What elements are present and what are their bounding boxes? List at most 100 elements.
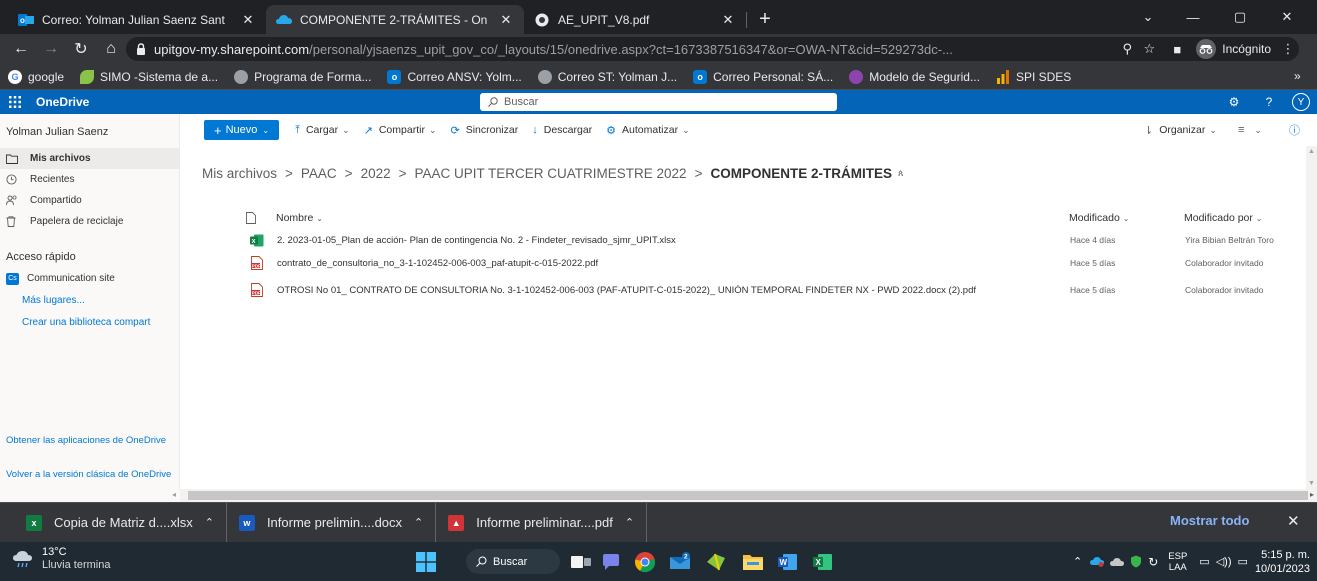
avatar[interactable]: Y bbox=[1289, 90, 1313, 114]
bookmark-spi-sdes[interactable]: SPI SDES bbox=[996, 69, 1071, 84]
tab-outlook-mail[interactable]: o Correo: Yolman Julian Saenz Sant ✕ bbox=[8, 5, 266, 34]
get-apps-link[interactable]: Obtener las aplicaciones de OneDrive bbox=[6, 435, 176, 446]
tray-app-icon[interactable] bbox=[1090, 556, 1105, 568]
back-button[interactable]: ← bbox=[6, 35, 36, 63]
chevron-up-icon[interactable]: ⌃ bbox=[1073, 555, 1082, 568]
new-tab-button[interactable]: + bbox=[751, 5, 779, 33]
bookmark-star-icon[interactable]: ☆ bbox=[1138, 38, 1160, 60]
reload-button[interactable]: ↻ bbox=[66, 35, 96, 63]
word-icon[interactable]: W bbox=[776, 550, 800, 574]
upload-button[interactable]: ⤒ Cargar ⌄ bbox=[295, 124, 350, 137]
bookmark-google[interactable]: G google bbox=[8, 69, 64, 84]
onedrive-search-box[interactable]: Buscar bbox=[480, 93, 837, 111]
more-places-link[interactable]: Más lugares... bbox=[0, 289, 179, 311]
chevron-up-icon[interactable]: ⌃ bbox=[625, 516, 634, 529]
download-item[interactable]: x Copia de Matriz d....xlsx ⌃ bbox=[0, 502, 227, 543]
close-icon[interactable]: ✕ bbox=[1287, 512, 1300, 530]
scroll-right-icon[interactable]: ▸ bbox=[1310, 490, 1314, 499]
nav-communication-site[interactable]: Cs Communication site bbox=[0, 268, 179, 289]
file-row[interactable]: PDF OTROSI No 01_ CONTRATO DE CONSULTORI… bbox=[250, 280, 1300, 300]
sidebar-scrollbar[interactable]: ◂ bbox=[0, 490, 180, 502]
onedrive-tray-icon[interactable] bbox=[1110, 557, 1125, 567]
chevron-up-icon[interactable]: ⌃ bbox=[205, 516, 214, 529]
bookmarks-overflow-icon[interactable]: » bbox=[1294, 69, 1301, 83]
nav-compartido[interactable]: Compartido bbox=[0, 190, 179, 211]
nav-papelera[interactable]: Papelera de reciclaje bbox=[0, 211, 179, 232]
close-tab-icon[interactable]: ✕ bbox=[240, 12, 256, 28]
address-bar[interactable]: upitgov-my.sharepoint.com/personal/yjsae… bbox=[126, 37, 1299, 61]
column-header-name[interactable]: Nombre ⌄ bbox=[276, 212, 1069, 224]
home-button[interactable]: ⌂ bbox=[96, 35, 126, 63]
app-launcher-icon[interactable] bbox=[0, 96, 30, 108]
file-name[interactable]: OTROSI No 01_ CONTRATO DE CONSULTORIA No… bbox=[277, 285, 1070, 296]
tab-pdf[interactable]: AE_UPIT_V8.pdf ✕ bbox=[524, 5, 746, 34]
download-button[interactable]: ↓ Descargar bbox=[532, 124, 592, 136]
nav-mis-archivos[interactable]: Mis archivos bbox=[0, 148, 179, 169]
breadcrumb-item[interactable]: PAAC UPIT TERCER CUATRIMESTRE 2022 bbox=[415, 166, 687, 181]
close-tab-icon[interactable]: ✕ bbox=[498, 12, 514, 28]
bookmark-simo[interactable]: SIMO -Sistema de a... bbox=[80, 69, 218, 84]
close-window-button[interactable]: ✕ bbox=[1264, 0, 1310, 34]
excel-icon[interactable]: X bbox=[811, 550, 835, 574]
nav-recientes[interactable]: Recientes bbox=[0, 169, 179, 190]
teams-chat-icon[interactable] bbox=[599, 550, 623, 574]
horizontal-scrollbar[interactable]: ▸ bbox=[180, 489, 1317, 502]
file-explorer-icon[interactable] bbox=[741, 550, 765, 574]
help-icon[interactable]: ? bbox=[1257, 90, 1281, 114]
sync-tray-icon[interactable]: ↻ bbox=[1148, 555, 1158, 569]
new-button[interactable]: + Nuevo ⌄ bbox=[204, 120, 280, 140]
bookmark-correo-ansv[interactable]: o Correo ANSV: Yolm... bbox=[387, 69, 522, 84]
taskbar-search[interactable]: Buscar bbox=[466, 549, 560, 574]
weather-widget[interactable]: 13°C Lluvia termina bbox=[12, 546, 110, 572]
task-view-icon[interactable] bbox=[569, 550, 593, 574]
show-all-button[interactable]: Mostrar todo bbox=[1170, 513, 1249, 528]
scroll-left-icon[interactable]: ◂ bbox=[172, 490, 176, 499]
file-type-header-icon[interactable] bbox=[246, 212, 260, 224]
bookmark-correo-st[interactable]: Correo ST: Yolman J... bbox=[537, 69, 677, 84]
incognito-indicator[interactable]: Incógnito bbox=[1196, 39, 1271, 59]
close-tab-icon[interactable]: ✕ bbox=[720, 12, 736, 28]
mail-icon[interactable]: 2 bbox=[668, 550, 692, 574]
sort-button[interactable]: ⇂ Organizar ⌄ bbox=[1144, 124, 1217, 137]
chevron-up-icon[interactable]: ⌃ bbox=[414, 516, 423, 529]
breadcrumb-item[interactable]: Mis archivos bbox=[202, 166, 277, 181]
bookmark-programa[interactable]: Programa de Forma... bbox=[234, 69, 371, 84]
bookmark-correo-personal[interactable]: o Correo Personal: SÁ... bbox=[693, 69, 833, 84]
sync-button[interactable]: ⟳ Sincronizar bbox=[450, 124, 518, 137]
taskbar-clock[interactable]: 5:15 p. m. 10/01/2023 bbox=[1240, 548, 1310, 576]
breadcrumb-item[interactable]: PAAC bbox=[301, 166, 337, 181]
bookmark-modelo-seguridad[interactable]: Modelo de Segurid... bbox=[849, 69, 980, 84]
share-button[interactable]: ↗ Compartir ⌄ bbox=[364, 124, 437, 137]
onedrive-brand[interactable]: OneDrive bbox=[36, 95, 89, 109]
volume-icon[interactable]: ◁)) bbox=[1216, 555, 1232, 568]
more-menu-icon[interactable]: ⋮ bbox=[1277, 38, 1299, 60]
windows-start-icon[interactable] bbox=[414, 550, 438, 574]
file-name[interactable]: contrato_de_consultoria_no_3-1-102452-00… bbox=[277, 258, 1070, 269]
file-name[interactable]: 2. 2023-01-05_Plan de acción- Plan de co… bbox=[277, 235, 1070, 246]
create-library-link[interactable]: Crear una biblioteca compart bbox=[0, 311, 179, 333]
classic-version-link[interactable]: Volver a la versión clásica de OneDrive bbox=[6, 469, 176, 480]
breadcrumb-item[interactable]: 2022 bbox=[361, 166, 391, 181]
column-header-modified-by[interactable]: Modificado por ⌄ bbox=[1184, 212, 1306, 224]
file-row[interactable]: PDF contrato_de_consultoria_no_3-1-10245… bbox=[250, 253, 1300, 273]
vertical-scrollbar[interactable]: ▲ ▼ bbox=[1306, 146, 1317, 489]
language-indicator[interactable]: ESP LAA bbox=[1168, 551, 1187, 573]
scroll-down-icon[interactable]: ▼ bbox=[1308, 480, 1315, 487]
forward-button[interactable]: → bbox=[36, 35, 66, 63]
settings-gear-icon[interactable]: ⚙ bbox=[1222, 90, 1246, 114]
view-options-button[interactable]: ≡ ⌄ bbox=[1238, 124, 1262, 136]
download-item[interactable]: w Informe prelimin....docx ⌃ bbox=[227, 502, 437, 543]
column-header-modified[interactable]: Modificado ⌄ bbox=[1069, 212, 1184, 224]
scrollbar-thumb[interactable] bbox=[188, 491, 1308, 500]
file-row[interactable]: x 2. 2023-01-05_Plan de acción- Plan de … bbox=[250, 230, 1300, 250]
download-item[interactable]: ▲ Informe preliminar....pdf ⌃ bbox=[436, 502, 648, 543]
tab-search-icon[interactable]: ⌄ bbox=[1125, 0, 1171, 34]
side-panel-icon[interactable]: ■ bbox=[1166, 38, 1188, 60]
minimize-button[interactable]: — bbox=[1170, 0, 1216, 34]
restore-button[interactable]: ▢ bbox=[1217, 0, 1263, 34]
chrome-icon[interactable] bbox=[633, 550, 657, 574]
scroll-up-icon[interactable]: ▲ bbox=[1308, 148, 1315, 155]
zoom-icon[interactable]: ⚲ bbox=[1116, 38, 1138, 60]
app-icon[interactable] bbox=[704, 550, 728, 574]
automate-button[interactable]: ⚙ Automatizar ⌄ bbox=[606, 124, 689, 137]
